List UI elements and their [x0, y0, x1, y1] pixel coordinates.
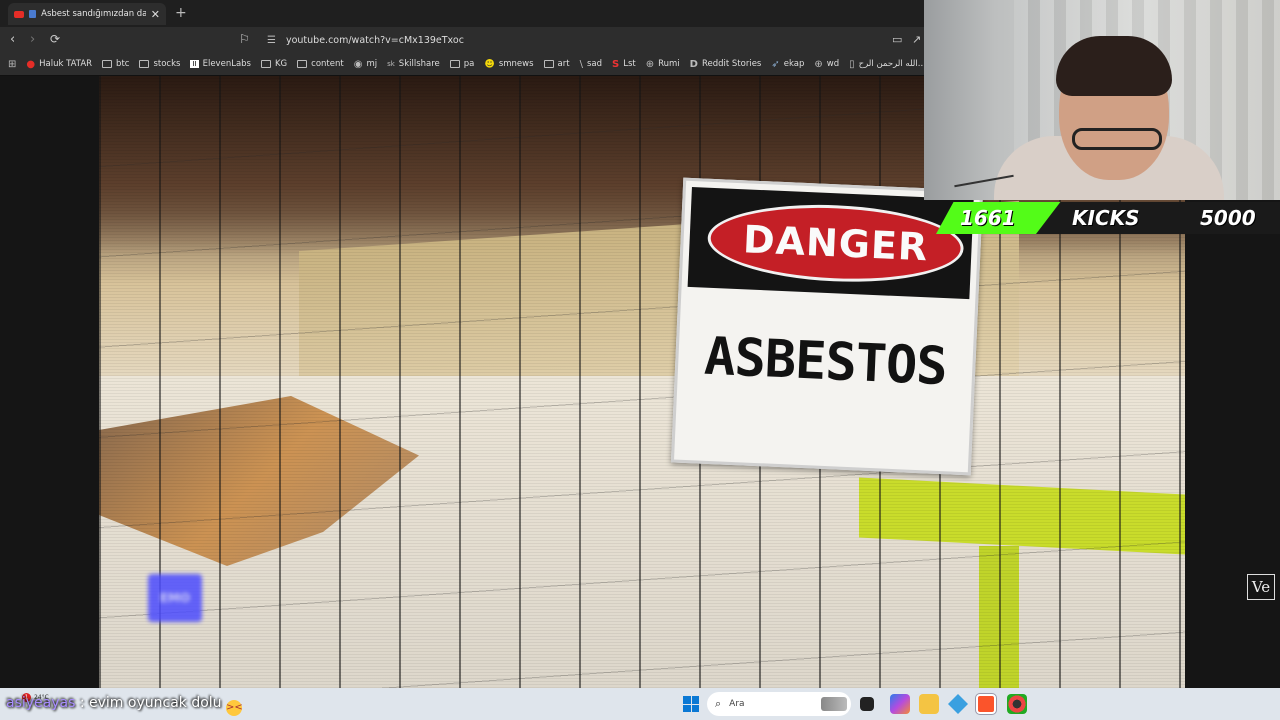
globe-icon: ⊕: [645, 58, 655, 70]
share-icon[interactable]: ↗: [912, 33, 921, 46]
obs-icon[interactable]: [1007, 694, 1027, 714]
browser-toolbar: ‹ › ⟳ ⚐ ☰ youtube.com/watch?v=cMx139eTxo…: [0, 27, 924, 53]
site-settings-icon[interactable]: ☰: [267, 35, 276, 46]
taskbar-search[interactable]: ⌕ Ara: [707, 692, 851, 716]
bookmark-item[interactable]: btc: [102, 59, 129, 69]
bookmark-item[interactable]: S Lst: [612, 59, 636, 70]
bookmark-item[interactable]: ◉ mj: [354, 59, 377, 70]
cast-icon[interactable]: ▭: [892, 33, 902, 46]
youtube-icon: [14, 10, 24, 18]
search-placeholder: Ara: [729, 699, 745, 709]
snipping-tool-icon[interactable]: [948, 694, 968, 714]
apps-icon[interactable]: ⊞: [8, 59, 16, 70]
search-icon: ⌕: [715, 697, 722, 710]
bookmark-item[interactable]: ⊕ wd: [814, 59, 839, 70]
close-tab-icon[interactable]: ✕: [151, 8, 160, 21]
tab-title: Asbest sandığımızdan daha b: [41, 9, 146, 19]
danger-oval: DANGER: [706, 199, 966, 287]
bookmark-item[interactable]: ➶ ekap: [771, 59, 804, 70]
bookmark-item[interactable]: ● Haluk TATAR: [26, 59, 92, 70]
chat-text: : evim oyuncak dolu: [75, 695, 226, 711]
bookmark-item[interactable]: \ sad: [580, 59, 602, 70]
webcam-overlay: [924, 0, 1280, 200]
s-logo-icon: S: [612, 58, 620, 70]
document-icon: ▯: [849, 58, 855, 70]
folder-icon: [102, 60, 113, 68]
bookmark-item[interactable]: sk Skillshare: [387, 59, 440, 69]
bookmark-item[interactable]: ⊕ Rumi: [646, 59, 680, 70]
elevenlabs-icon: II: [190, 60, 199, 68]
bookmarks-bar: ⊞ ● Haluk TATAR btc stocks II ElevenLabs K…: [0, 53, 924, 75]
bookmark-icon[interactable]: ⚐: [239, 32, 250, 46]
glasses-icon: [1072, 128, 1162, 150]
brave-browser-icon[interactable]: [976, 694, 996, 714]
task-view-icon[interactable]: [860, 697, 874, 711]
browser-tab[interactable]: Asbest sandığımızdan daha b ✕: [8, 3, 166, 25]
bookmark-item[interactable]: content: [297, 59, 344, 69]
back-icon[interactable]: ‹: [10, 32, 15, 47]
chat-overlay-message: asiyeayas : evim oyuncak dolu ><: [6, 695, 243, 716]
chat-username: asiyeayas: [6, 695, 76, 711]
search-highlight-image: [821, 697, 847, 711]
screen: Asbest sandığımızdan daha b ✕ + ‹ › ⟳ ⚐ …: [0, 0, 1280, 720]
github-icon: ◉: [353, 58, 363, 70]
bookmark-item[interactable]: II ElevenLabs: [190, 59, 251, 69]
globe-icon: ⊕: [814, 58, 823, 70]
goal-label: KICKS: [1072, 206, 1140, 230]
goal-current: 1661: [960, 206, 1016, 230]
folder-icon: [260, 60, 271, 68]
kick-goal-bar: 1661 KICKS 5000: [936, 202, 1280, 234]
browser-tab-bar: Asbest sandığımızdan daha b ✕ +: [0, 0, 924, 27]
folder-icon: [297, 60, 308, 68]
tab-group-icon: [28, 10, 37, 18]
bird-icon: ➶: [771, 58, 780, 70]
reload-icon[interactable]: ⟳: [50, 32, 60, 46]
streamer: [984, 36, 1224, 200]
bookmark-item[interactable]: art: [543, 59, 570, 69]
bookmark-item[interactable]: D Reddit Stories: [690, 59, 762, 70]
bookmark-item[interactable]: stocks: [139, 59, 180, 69]
file-explorer-icon[interactable]: [919, 694, 939, 714]
youtube-icon: ●: [26, 58, 36, 70]
windows-start-icon[interactable]: [683, 696, 699, 712]
goal-target: 5000: [1200, 206, 1256, 230]
folder-icon: [543, 60, 554, 68]
skillshare-icon: sk: [387, 60, 395, 68]
bookmark-item[interactable]: ☻ smnews: [484, 59, 533, 70]
slash-icon: \: [579, 58, 583, 70]
bookmark-item[interactable]: pa: [449, 59, 474, 69]
url-text: youtube.com/watch?v=cMx139eTxoc: [285, 34, 464, 46]
bookmark-item[interactable]: KG: [260, 59, 287, 69]
windows-taskbar: 1 24°C asiyeayas : evim oyuncak dolu >< …: [0, 688, 1280, 720]
sign-danger-text: DANGER: [742, 217, 930, 270]
channel-watermark: Ve: [1247, 574, 1275, 600]
address-bar[interactable]: ☰ youtube.com/watch?v=cMx139eTxoc: [259, 30, 919, 50]
bookmark-item[interactable]: ▯الله الرحمن الرح...: [849, 59, 924, 70]
folder-icon: [449, 60, 460, 68]
tired-face-emoji-icon: ><: [226, 700, 243, 716]
new-tab-button[interactable]: +: [175, 5, 187, 21]
sign-asbestos-text: ASBESTOS: [703, 326, 948, 398]
blurred-logo: EMO: [148, 574, 202, 622]
d-logo-icon: D: [689, 58, 698, 70]
smiley-icon: ☻: [484, 58, 495, 70]
forward-icon[interactable]: ›: [30, 32, 35, 47]
copilot-icon[interactable]: [890, 694, 910, 714]
folder-icon: [139, 60, 150, 68]
